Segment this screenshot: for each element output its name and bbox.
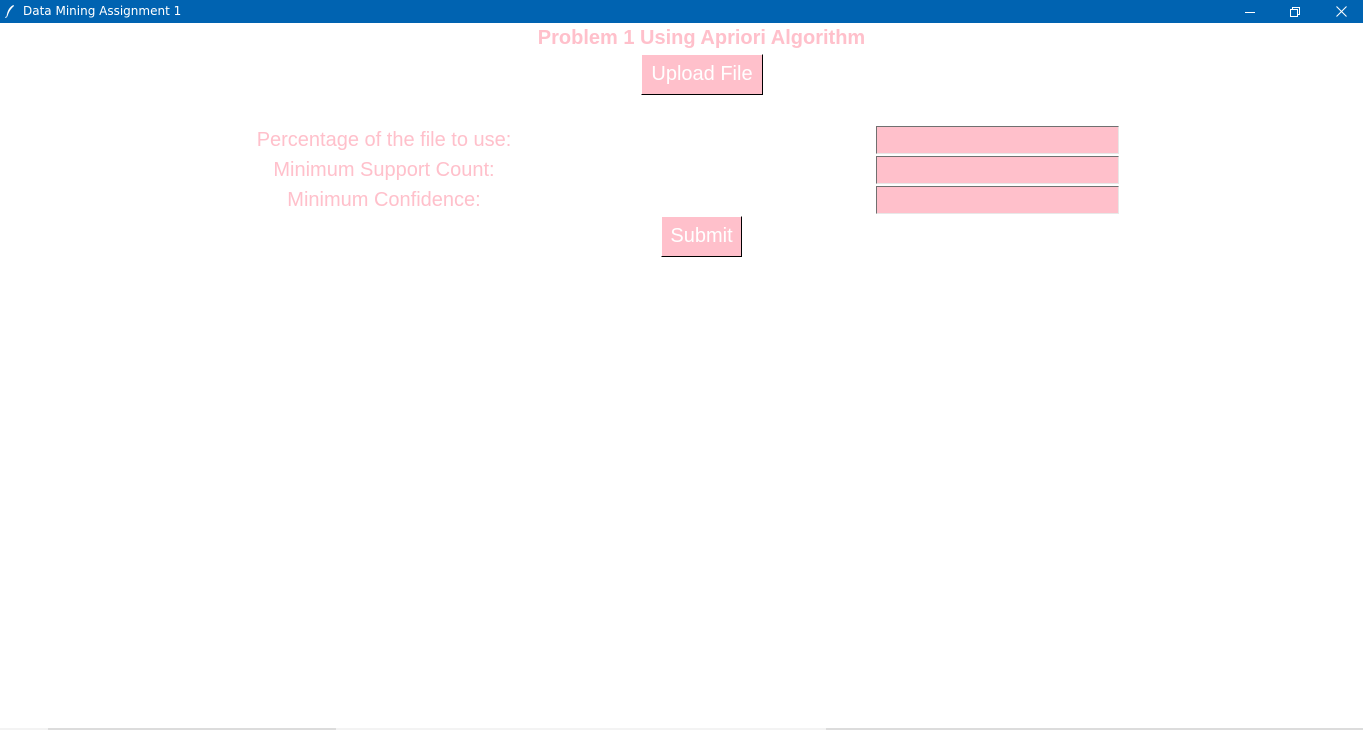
percentage-label: Percentage of the file to use: bbox=[256, 129, 512, 151]
submit-button[interactable]: Submit bbox=[661, 216, 742, 257]
min-support-input[interactable] bbox=[876, 156, 1119, 184]
window-titlebar: Data Mining Assignment 1 bbox=[0, 0, 1363, 23]
close-icon bbox=[1335, 6, 1347, 17]
upload-file-button[interactable]: Upload File bbox=[641, 54, 763, 95]
restore-icon bbox=[1290, 6, 1300, 17]
restore-button[interactable] bbox=[1272, 0, 1318, 23]
min-support-label: Minimum Support Count: bbox=[273, 159, 495, 181]
window-title: Data Mining Assignment 1 bbox=[23, 4, 182, 18]
close-button[interactable] bbox=[1318, 0, 1363, 23]
feather-icon bbox=[4, 4, 16, 19]
percentage-input[interactable] bbox=[876, 126, 1119, 154]
minimize-icon bbox=[1245, 7, 1255, 17]
min-confidence-input[interactable] bbox=[876, 186, 1119, 214]
page-title: Problem 1 Using Apriori Algorithm bbox=[537, 27, 866, 49]
min-confidence-label: Minimum Confidence: bbox=[287, 189, 481, 211]
minimize-button[interactable] bbox=[1227, 0, 1273, 23]
